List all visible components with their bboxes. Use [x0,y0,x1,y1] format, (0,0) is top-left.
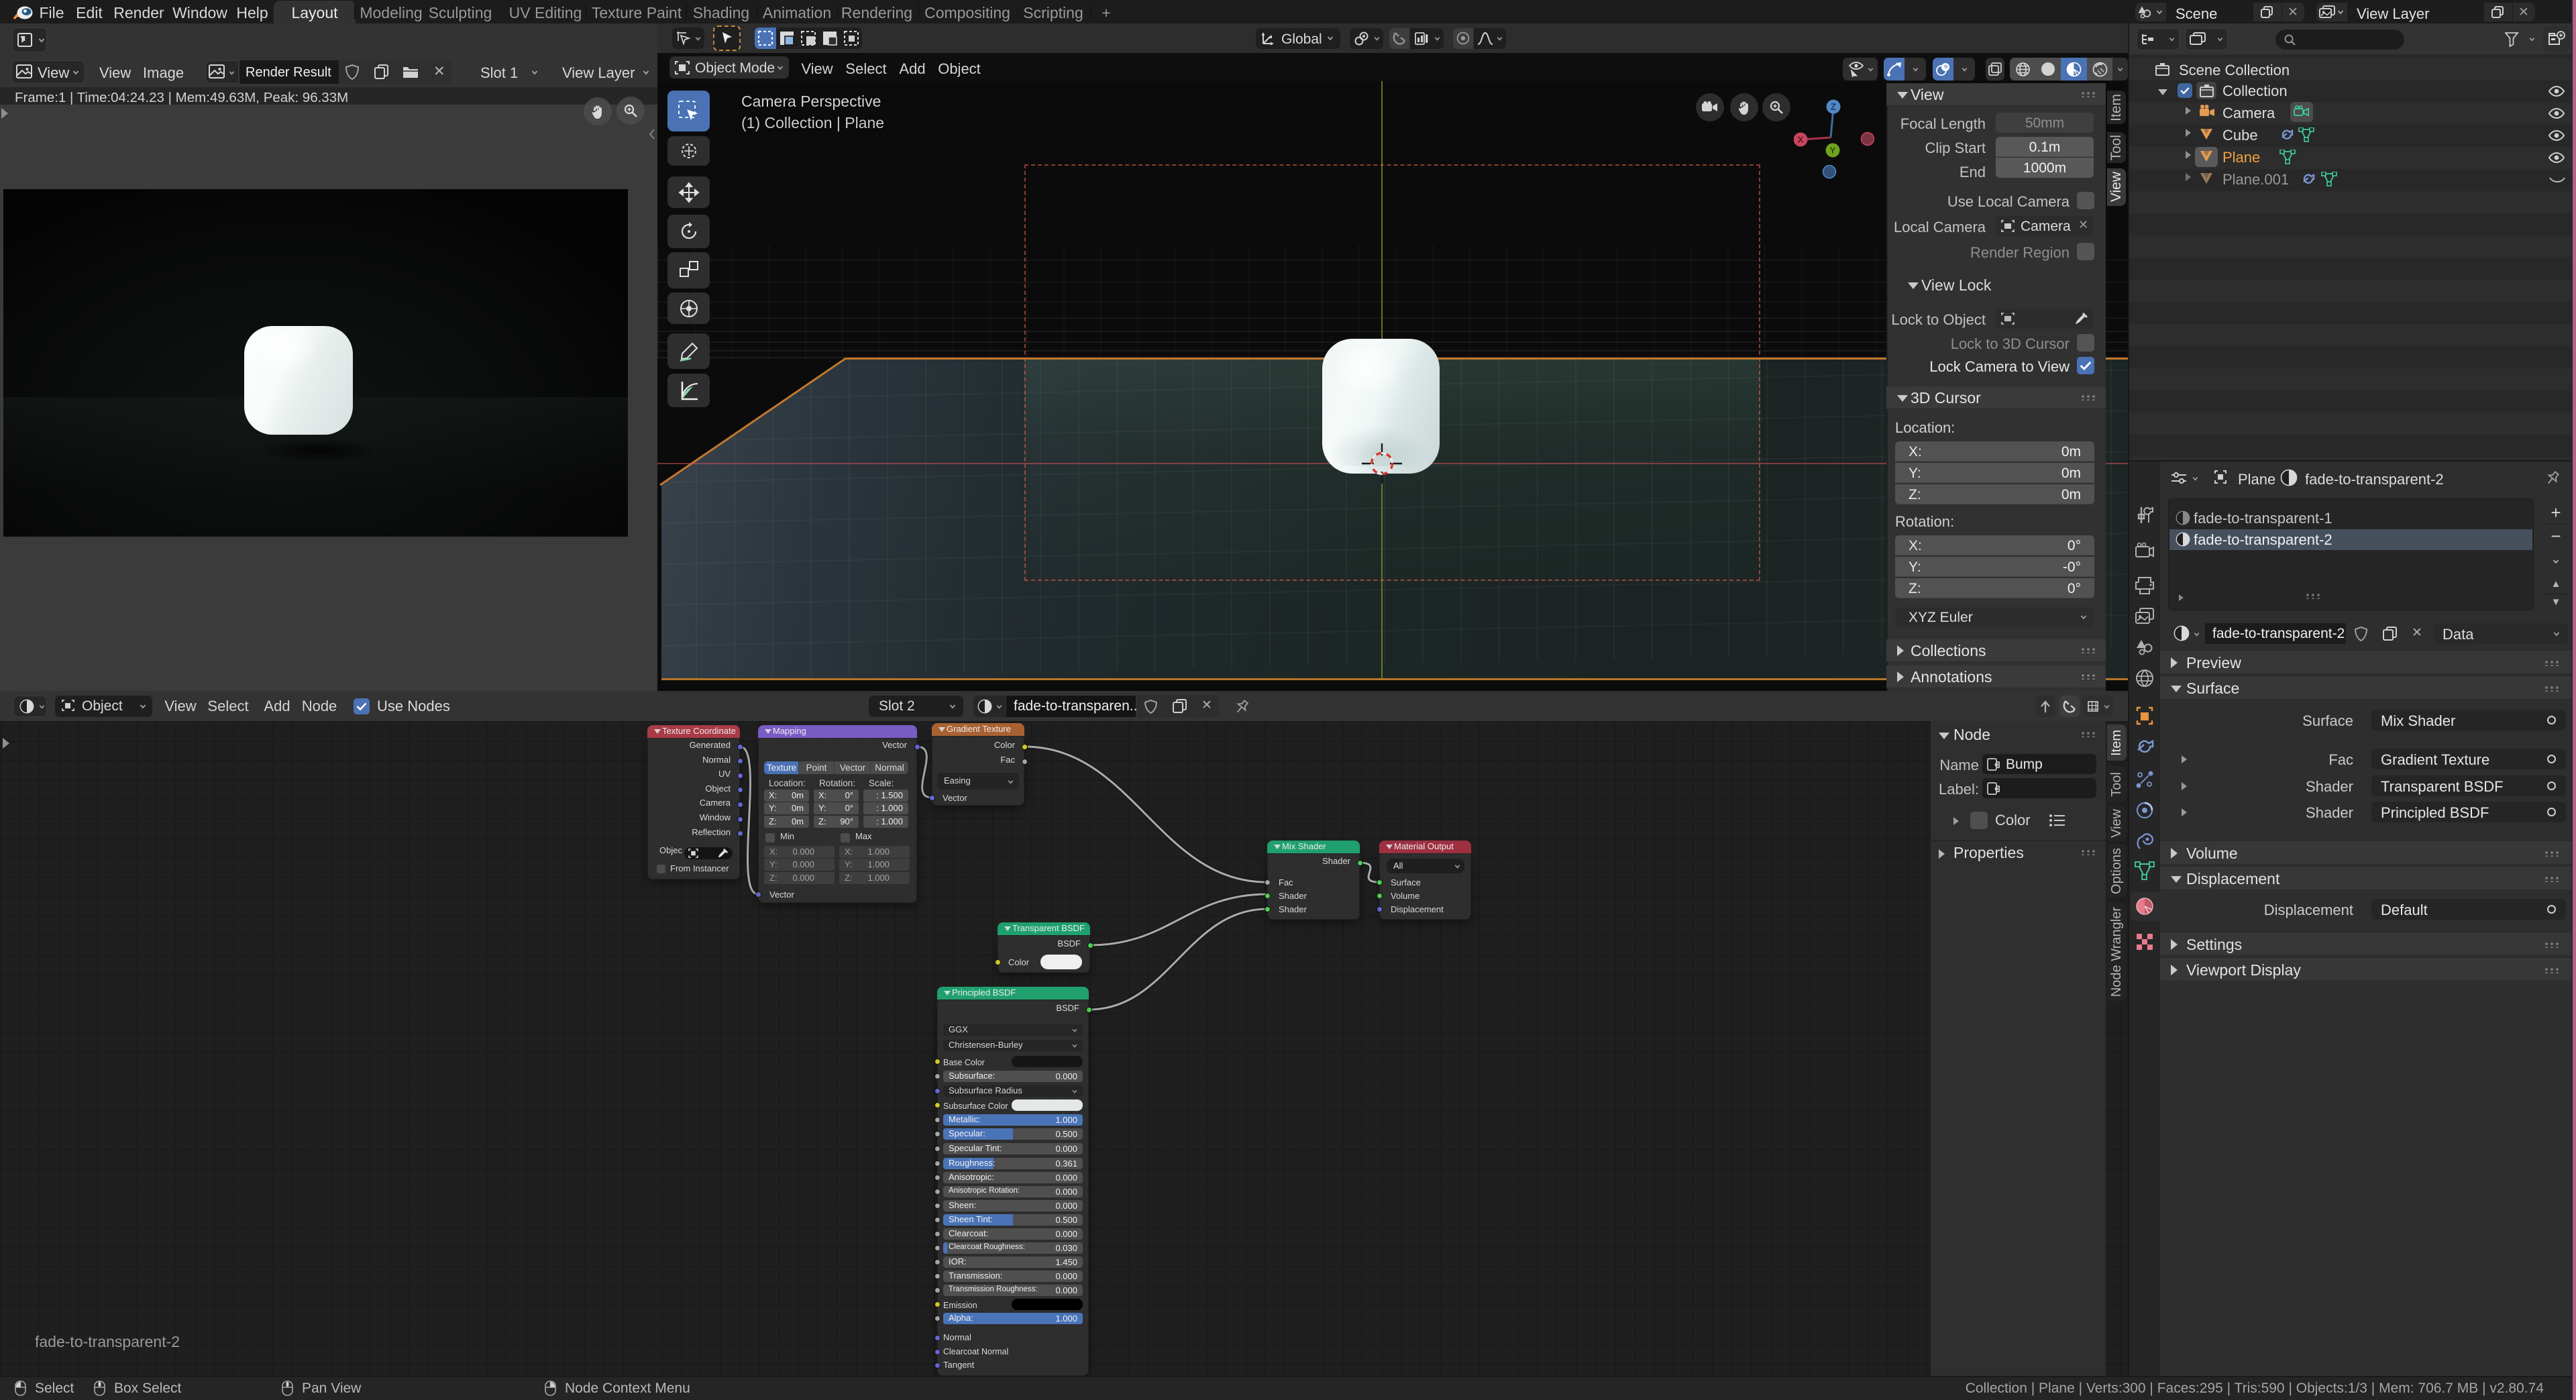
svg-text:Z: Z [1831,102,1836,112]
